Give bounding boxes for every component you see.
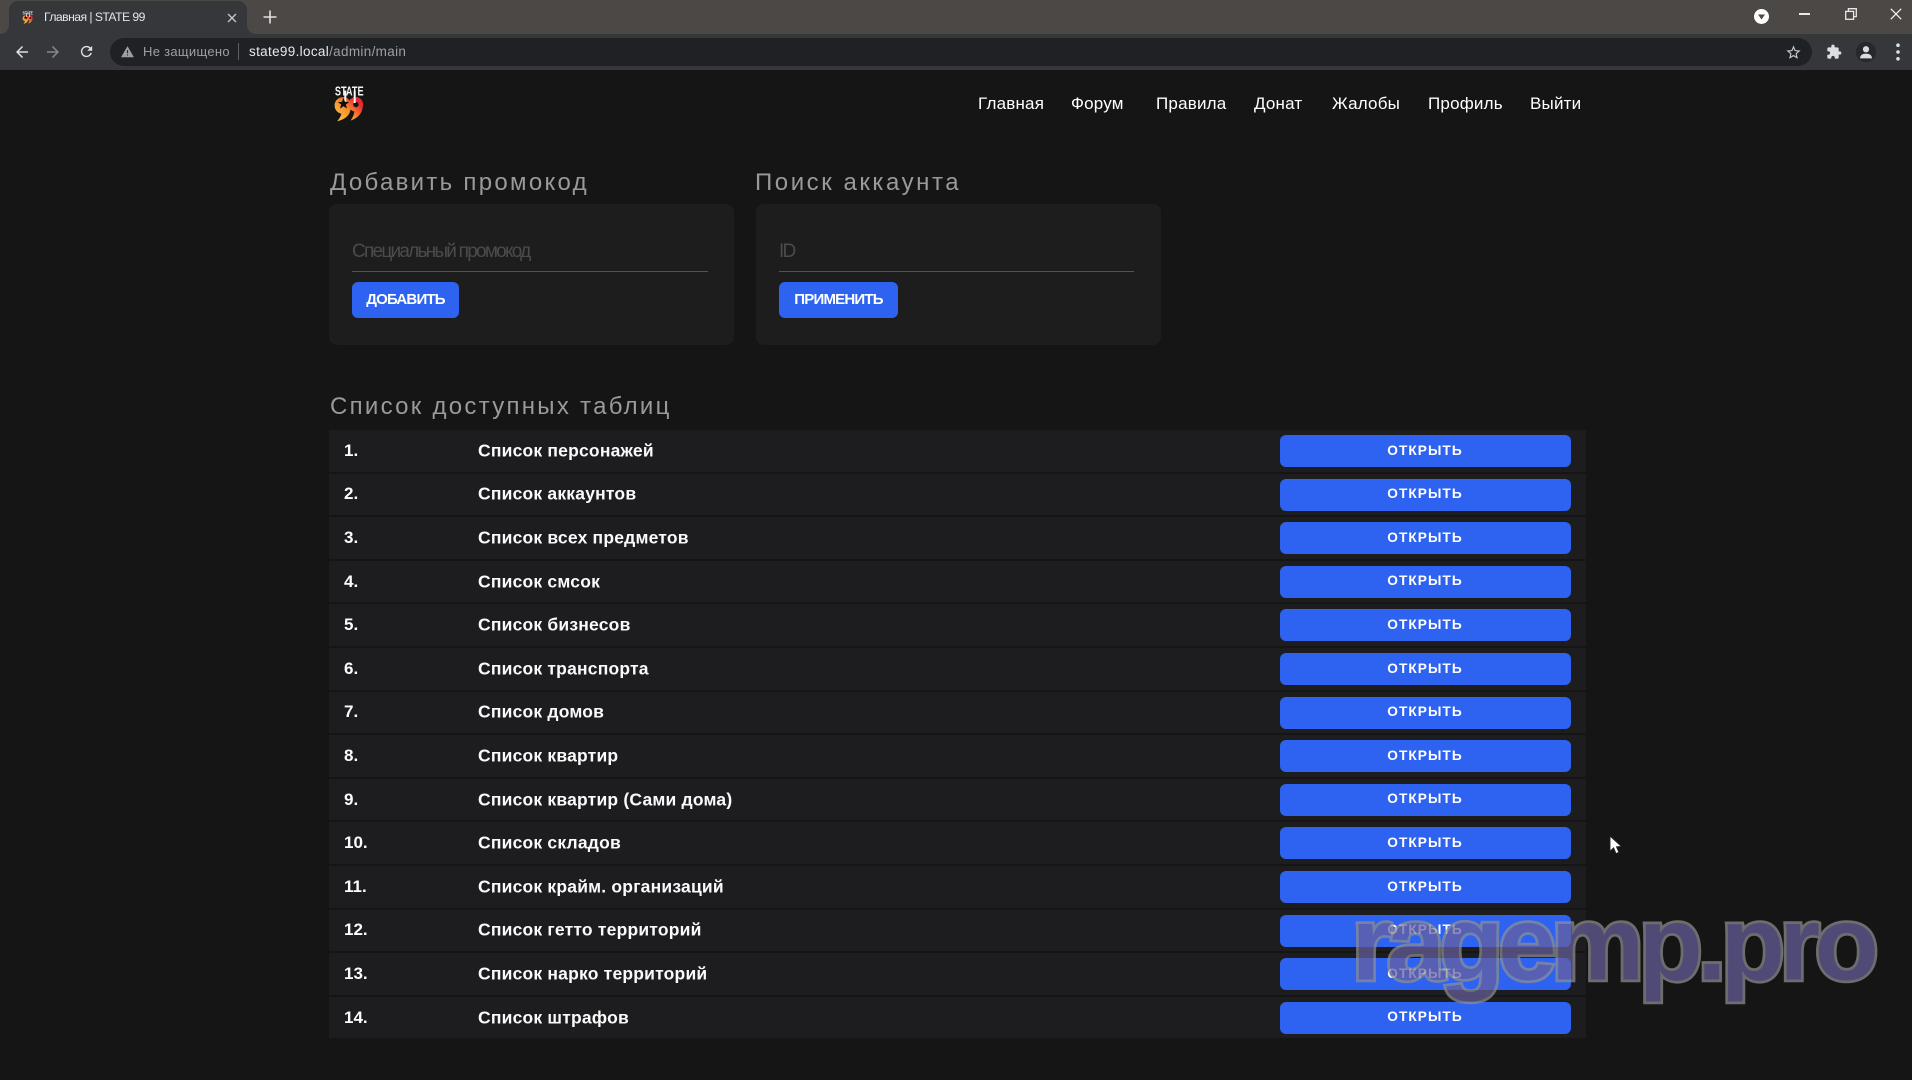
svg-text:ragemp.pro: ragemp.pro <box>1352 890 1876 1003</box>
